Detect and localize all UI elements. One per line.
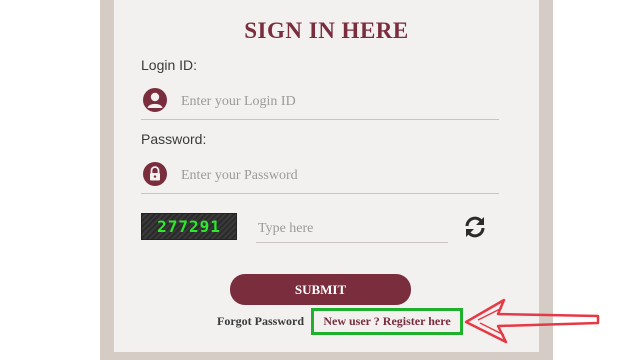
password-field [141,159,499,194]
password-input[interactable] [179,163,483,189]
login-id-label: Login ID: [141,57,198,73]
refresh-icon[interactable] [462,214,488,240]
register-highlight-box: New user ? Register here [311,308,463,335]
user-icon [143,88,167,112]
captcha-field [256,212,450,243]
arrow-annotation [464,298,600,344]
forgot-password-link[interactable]: Forgot Password [217,314,304,329]
register-link[interactable]: New user ? Register here [323,314,450,329]
lock-icon [143,162,167,186]
login-id-input[interactable] [179,89,483,115]
captcha-code: 277291 [157,217,221,236]
submit-button[interactable]: SUBMIT [230,274,411,305]
captcha-input[interactable] [256,216,450,242]
password-label: Password: [141,131,207,147]
login-id-field [141,85,499,120]
captcha-image: 277291 [141,213,237,240]
form-title: SIGN IN HERE [244,18,409,43]
